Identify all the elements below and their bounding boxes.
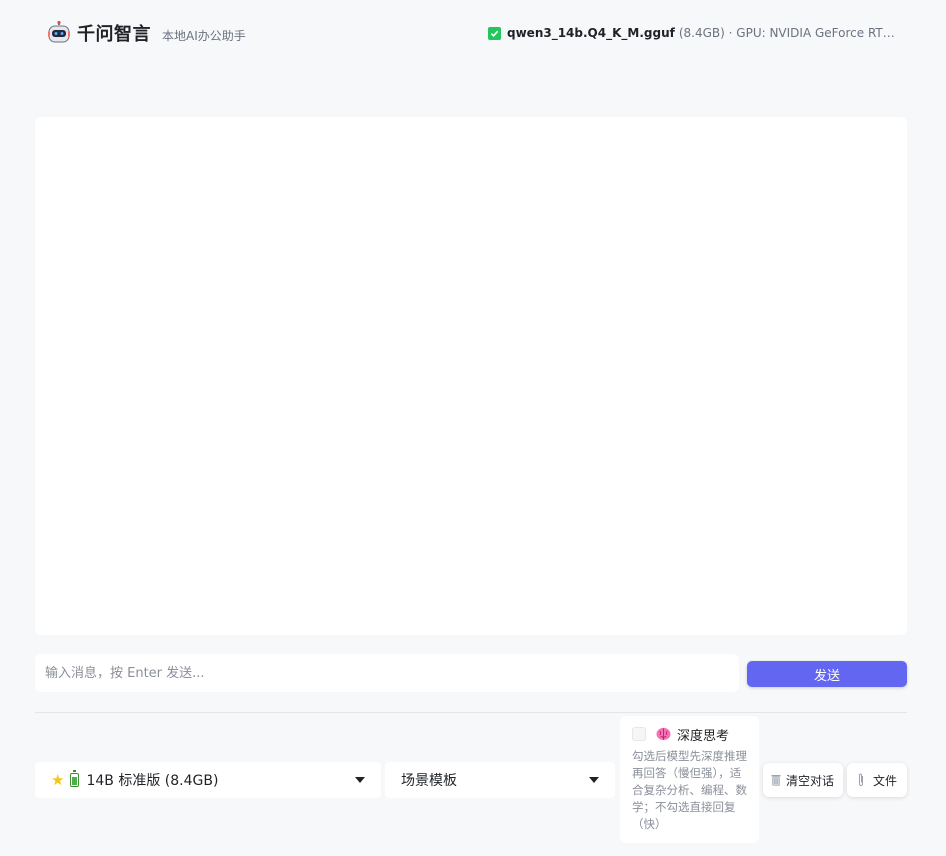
- paperclip-icon: [859, 773, 863, 787]
- model-select[interactable]: ★ 14B 标准版 (8.4GB): [35, 762, 381, 798]
- scene-template-select[interactable]: 场景模板: [385, 762, 615, 798]
- message-input[interactable]: [35, 654, 739, 692]
- file-label: 文件: [873, 773, 898, 788]
- model-details: (8.4GB) · GPU: NVIDIA GeForce RTX ...: [678, 26, 898, 40]
- star-icon: ★: [51, 771, 65, 789]
- model-select-value: 14B 标准版 (8.4GB): [86, 773, 219, 789]
- chevron-down-icon: [589, 777, 599, 783]
- brain-icon: [656, 727, 671, 741]
- clear-chat-label: 清空对话: [786, 773, 835, 788]
- deep-think-description: 勾选后模型先深度推理再回答（慢但强），适合复杂分析、编程、数学；不勾选直接回复（…: [632, 749, 747, 831]
- battery-icon: [70, 770, 80, 787]
- brand: 千问智言 本地AI办公助手: [48, 20, 246, 46]
- deep-think-label: 深度思考: [677, 728, 730, 744]
- clear-chat-button[interactable]: 清空对话: [763, 763, 843, 797]
- deep-think-checkbox[interactable]: [632, 727, 646, 741]
- header: 千问智言 本地AI办公助手 qwen3_14b.Q4_K_M.gguf (8.4…: [0, 0, 946, 66]
- scene-select-value: 场景模板: [401, 773, 457, 789]
- divider: [35, 712, 907, 713]
- robot-icon: [48, 21, 70, 43]
- trash-icon: [771, 775, 781, 786]
- deep-think-header: 深度思考: [632, 726, 747, 744]
- deep-think-panel: 深度思考 勾选后模型先深度推理再回答（慢但强），适合复杂分析、编程、数学；不勾选…: [620, 716, 759, 843]
- model-name: qwen3_14b.Q4_K_M.gguf: [507, 26, 675, 40]
- file-button[interactable]: 文件: [847, 763, 907, 797]
- app-title: 千问智言: [77, 24, 151, 45]
- send-button[interactable]: 发送: [747, 661, 907, 687]
- chat-message-area[interactable]: [35, 117, 907, 635]
- chevron-down-icon: [355, 777, 365, 783]
- app-subtitle: 本地AI办公助手: [162, 28, 246, 43]
- check-icon: [488, 26, 501, 40]
- model-status: qwen3_14b.Q4_K_M.gguf (8.4GB) · GPU: NVI…: [488, 24, 898, 42]
- app-root: 千问智言 本地AI办公助手 qwen3_14b.Q4_K_M.gguf (8.4…: [0, 0, 946, 856]
